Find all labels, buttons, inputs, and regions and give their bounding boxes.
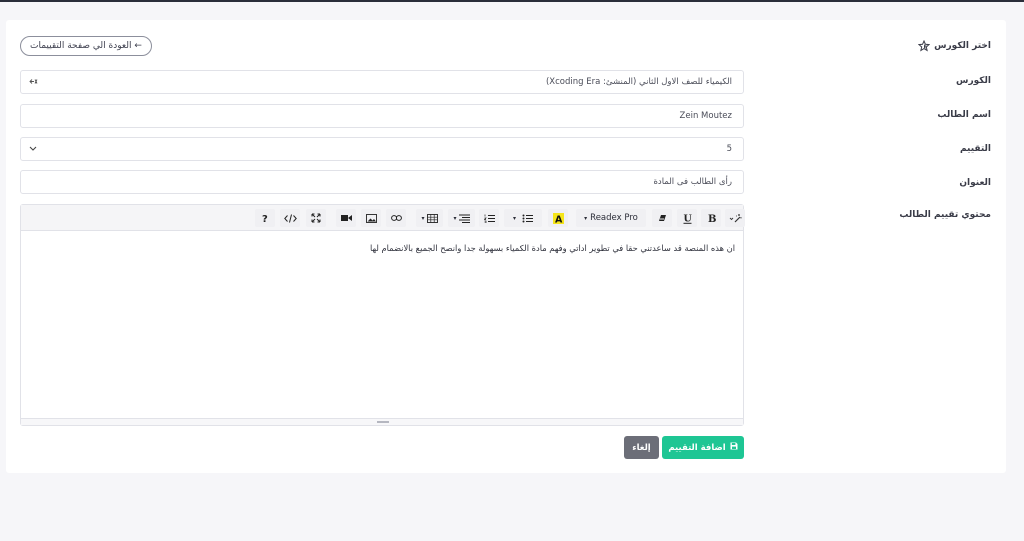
top-bar xyxy=(0,0,1024,2)
back-to-reviews-button[interactable]: ← العودة الي صفحة التقييمات xyxy=(20,36,152,56)
svg-text:?: ? xyxy=(262,214,268,223)
font-name: Readex Pro xyxy=(590,213,638,223)
add-review-label: اضافة التقييم xyxy=(668,442,726,453)
student-name-label: اسم الطالب xyxy=(937,110,991,120)
fullscreen-icon[interactable] xyxy=(306,209,326,227)
eraser-icon[interactable] xyxy=(652,209,672,227)
editor-resize-bar[interactable] xyxy=(21,418,743,425)
course-field-label: الكورس xyxy=(956,76,991,86)
help-icon[interactable]: ? xyxy=(255,209,275,227)
underline-icon[interactable]: U xyxy=(677,209,697,227)
resize-handle[interactable] xyxy=(377,421,389,423)
add-review-button[interactable]: اضافة التقييم xyxy=(662,436,744,459)
editor-content[interactable]: ان هذه المنصة قد ساعدتني حقا في تطوير اد… xyxy=(21,232,743,420)
link-icon[interactable] xyxy=(386,209,406,227)
editor-toolbar: B U ▾ Readex Pro A ▾ ▾ ▾ ? xyxy=(21,205,745,231)
cancel-button[interactable]: إلغاء xyxy=(624,436,659,459)
title-input-value: رأى الطالب فى المادة xyxy=(653,177,732,187)
course-label: اختر الكورس xyxy=(934,41,991,51)
course-label-row: اختر الكورس xyxy=(917,39,991,52)
course-select[interactable]: الكيمياء للصف الاول الثاني (المنشئ: Xcod… xyxy=(20,70,744,94)
font-icon[interactable]: ▾ Readex Pro xyxy=(576,209,646,227)
save-icon xyxy=(730,442,738,453)
svg-text:U: U xyxy=(683,213,692,224)
bold-icon[interactable]: B xyxy=(701,209,721,227)
title-input[interactable]: رأى الطالب فى المادة xyxy=(20,170,744,194)
image-icon[interactable] xyxy=(361,209,381,227)
rich-text-editor[interactable]: B U ▾ Readex Pro A ▾ ▾ ▾ ? ان هذه المنصة… xyxy=(20,204,745,426)
unordered-list-icon[interactable]: ▾ xyxy=(504,209,542,227)
rating-label: التقييم xyxy=(959,144,991,154)
code-icon[interactable] xyxy=(280,209,300,227)
student-name-input[interactable]: Zein Moutez xyxy=(20,104,744,128)
rating-select[interactable]: 5 xyxy=(20,137,744,161)
svg-text:B: B xyxy=(708,214,716,223)
student-name-value: Zein Moutez xyxy=(679,111,732,121)
table-icon[interactable]: ▾ xyxy=(416,209,443,227)
chevron-down-icon xyxy=(29,145,37,154)
align-icon[interactable]: ▾ xyxy=(448,209,475,227)
rating-select-value: 5 xyxy=(726,144,732,154)
magic-icon[interactable] xyxy=(725,209,745,227)
svg-text:A: A xyxy=(555,214,563,224)
clear-icon[interactable] xyxy=(29,78,38,87)
ordered-list-icon[interactable] xyxy=(479,209,499,227)
course-select-value: الكيمياء للصف الاول الثاني (المنشئ: Xcod… xyxy=(545,77,732,87)
title-label: العنوان xyxy=(959,178,991,188)
highlight-icon[interactable]: A xyxy=(548,209,568,227)
video-icon[interactable] xyxy=(336,209,356,227)
star-icon xyxy=(917,39,931,52)
review-content-label: محتوي تقييم الطالب xyxy=(899,210,991,220)
